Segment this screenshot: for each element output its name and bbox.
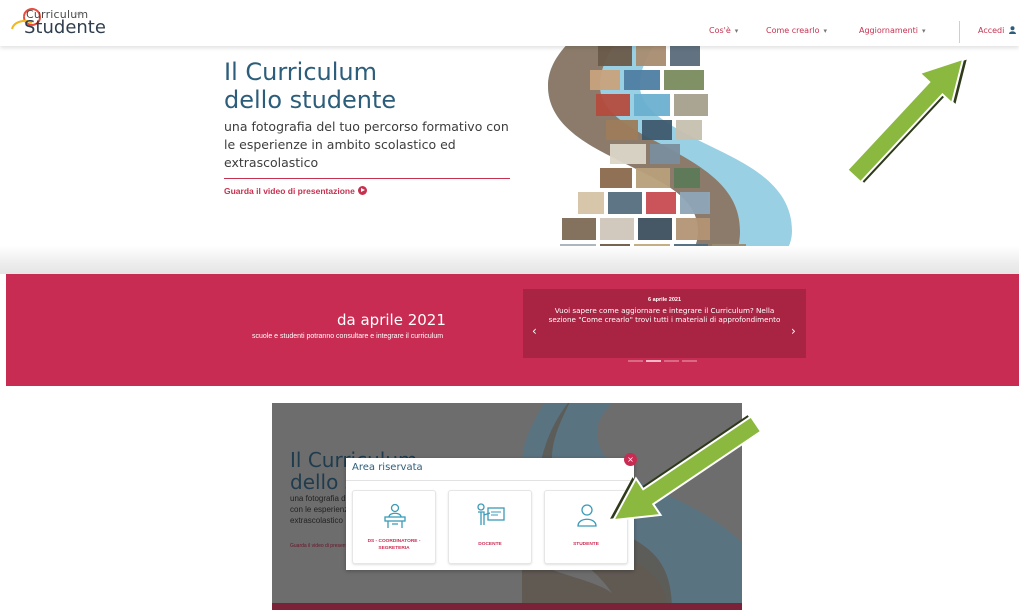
hero-title-line-2: dello studente [224,86,397,114]
role-card-label: STUDENTE [573,542,599,547]
video-link[interactable]: Guarda il video di presentazione [224,186,367,196]
logo-word-studente: Studente [24,17,106,38]
carousel-dot[interactable] [664,360,679,362]
student-user-icon [577,504,597,527]
slide-date: 6 aprile 2021 [647,297,682,303]
login-button[interactable]: Accedi [978,26,1016,35]
principal-desk-icon [384,503,406,528]
nav-item-aggiornamenti[interactable]: Aggiornamenti ▾ [859,26,926,35]
banner-date-title: da aprile 2021 [337,311,446,329]
nav-divider [959,21,960,43]
nav-item-label: Aggiornamenti [859,26,919,35]
banner-date-subtitle: scuole e studenti potranno consultare e … [252,333,444,340]
hero-title: Il Curriculum dello studente [224,58,396,114]
news-banner [6,274,1019,386]
role-card-docente[interactable]: DOCENTE [448,490,532,564]
user-icon [1008,26,1016,34]
news-carousel-slide[interactable]: 6 aprile 2021 Vuoi sapere come aggiornar… [523,289,806,358]
nav-item-label: Come crearlo [766,26,820,35]
teacher-board-icon [477,503,505,525]
hero-fade [0,246,1019,274]
login-label: Accedi [978,26,1005,35]
role-card-label: DOCENTE [478,542,502,547]
caret-down-icon: ▾ [922,27,926,35]
hero-divider [224,178,510,179]
slide-text: Vuoi sapere come aggiornare e integrare … [548,306,781,324]
annotation-arrow-icon [610,415,763,522]
annotation-arrow-icon [846,57,967,184]
role-card-ds[interactable]: DS - COORDINATORE - SEGRETERIA [352,490,436,564]
carousel-dot[interactable] [682,360,697,362]
hero-title-line-1: Il Curriculum [224,58,377,86]
nav-item-label: Cos'è [709,26,731,35]
modal-title: Area riservata [352,462,423,473]
carousel-dot[interactable] [628,360,643,362]
play-icon [357,186,367,195]
caret-down-icon: ▾ [823,27,827,35]
carousel-dot-active[interactable] [646,360,661,362]
carousel-next-icon[interactable]: › [791,324,796,338]
site-logo[interactable]: Curriculum dello Studente [4,3,114,43]
video-link-label: Guarda il video di presentazione [224,186,355,196]
carousel-prev-icon[interactable]: ‹ [532,324,537,338]
hero-subtitle: una fotografia del tuo percorso formativ… [224,119,509,170]
nav-item-cose[interactable]: Cos'è ▾ [709,26,738,35]
caret-down-icon: ▾ [734,27,739,35]
logo-word-dello: dello [74,11,84,16]
role-card-label: DS - COORDINATORE - SEGRETERIA [367,539,421,551]
nav-item-come-crearlo[interactable]: Come crearlo ▾ [766,26,827,35]
site-header: Curriculum dello Studente Cos'è ▾ Come cr… [0,0,1019,46]
modal-divider [346,480,634,481]
